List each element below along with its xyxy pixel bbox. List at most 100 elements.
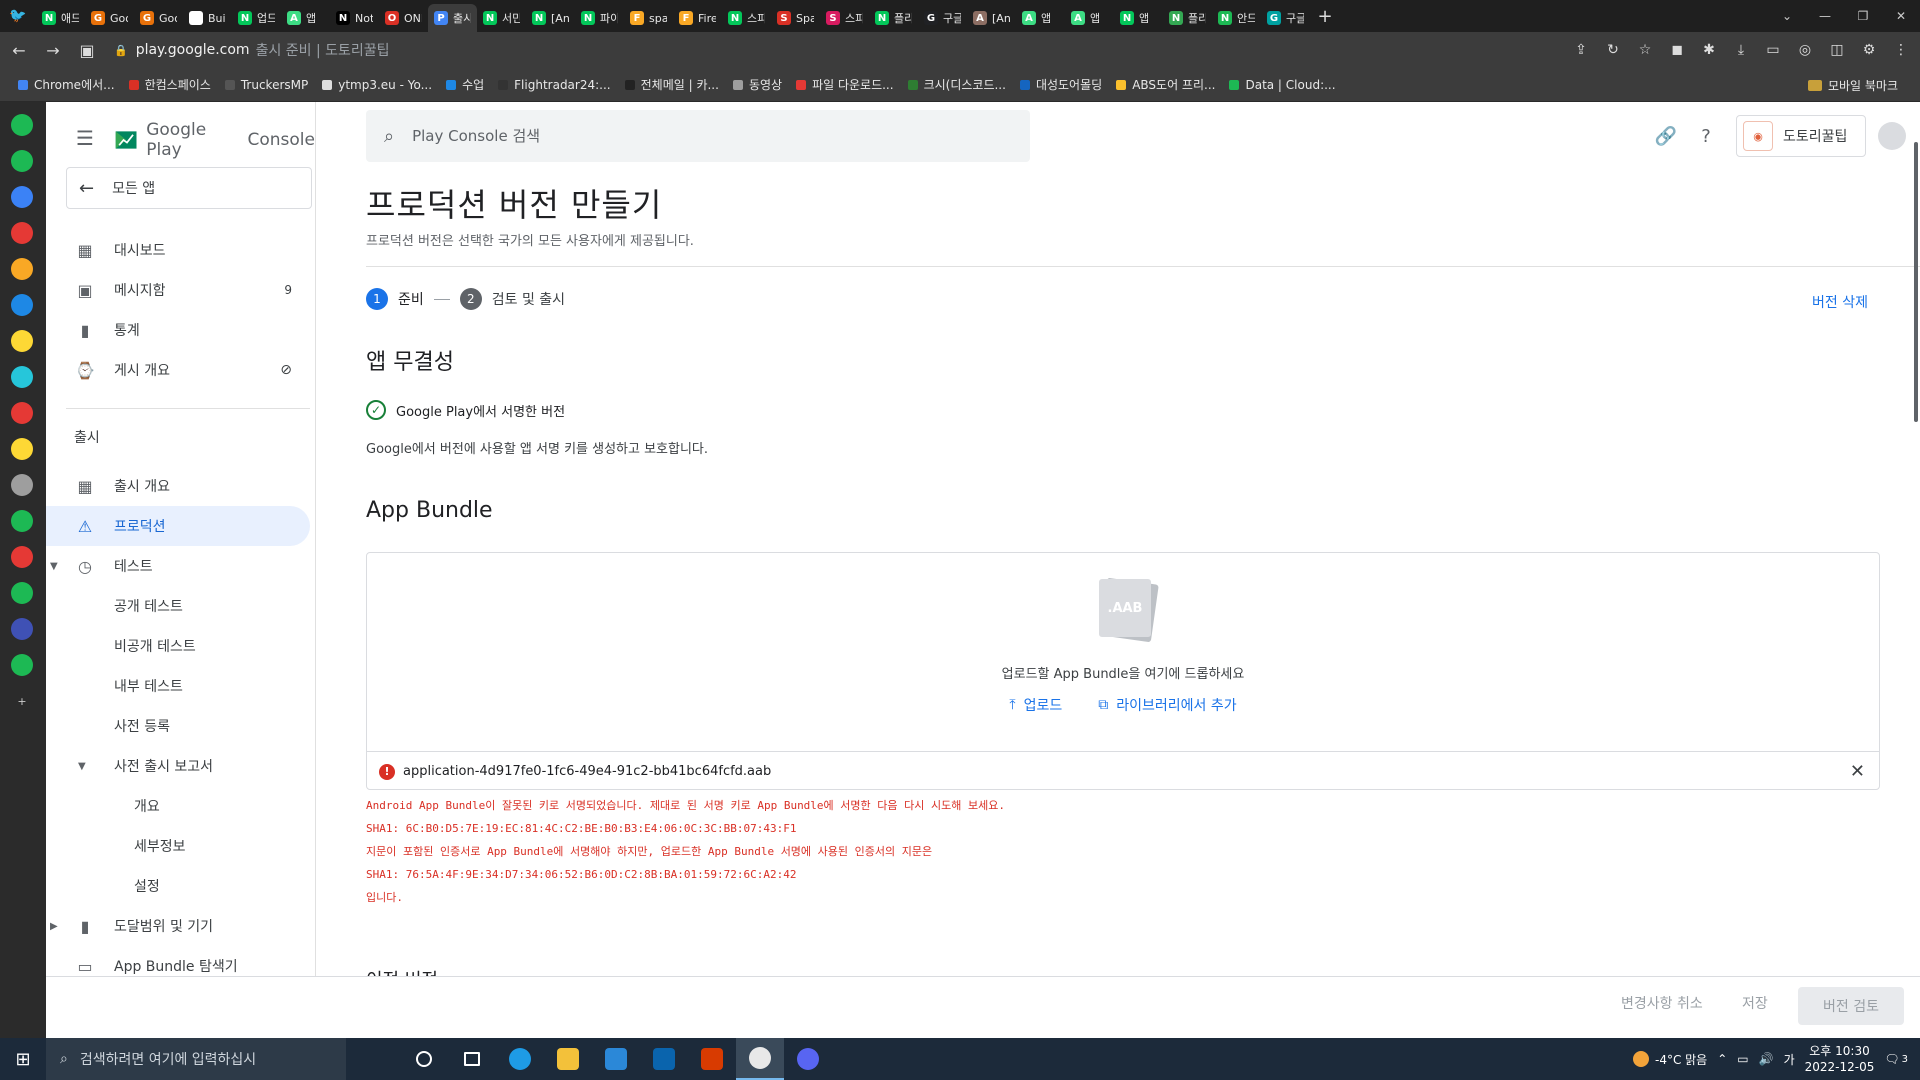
- nav-reach-devices[interactable]: ▶ ▮ 도달범위 및 기기: [46, 906, 310, 946]
- new-tab-button[interactable]: +: [1310, 6, 1340, 27]
- save-button[interactable]: 저장: [1742, 993, 1768, 1013]
- dock-app-icon[interactable]: [11, 402, 33, 424]
- tray-chevron-icon[interactable]: ⌃: [1717, 1052, 1727, 1066]
- bookmark-item[interactable]: Flightradar24:...: [498, 78, 611, 92]
- bookmark-item[interactable]: 전체메일 | 카...: [624, 76, 719, 93]
- dock-app-icon[interactable]: [11, 114, 33, 136]
- discard-changes-button[interactable]: 변경사항 취소: [1621, 993, 1703, 1013]
- nav-stats[interactable]: ▮ 통계: [46, 310, 310, 350]
- volume-icon[interactable]: 🔊: [1759, 1052, 1774, 1066]
- bookmark-item[interactable]: Chrome에서...: [18, 76, 115, 93]
- browser-tab[interactable]: N 업드: [232, 4, 281, 32]
- dock-app-icon[interactable]: [11, 294, 33, 316]
- bookmark-item[interactable]: 크시(디스코드...: [907, 76, 1006, 93]
- browser-tab[interactable]: N앱: [1114, 4, 1163, 32]
- bookmark-item[interactable]: ABS도어 프리...: [1116, 76, 1215, 93]
- browser-profile-icon[interactable]: 🐦: [0, 0, 36, 32]
- mail-icon[interactable]: [640, 1038, 688, 1080]
- all-apps-button[interactable]: ← 모든 앱: [66, 167, 312, 209]
- bookmark-item[interactable]: TruckersMP: [224, 78, 308, 92]
- chrome-taskbar-icon[interactable]: [736, 1038, 784, 1080]
- dock-app-icon[interactable]: [11, 186, 33, 208]
- bookmark-star-icon[interactable]: ☆: [1634, 39, 1656, 61]
- file-explorer-icon[interactable]: [544, 1038, 592, 1080]
- browser-tab[interactable]: S Spa: [771, 4, 820, 32]
- ime-icon[interactable]: 가: [1784, 1051, 1795, 1068]
- dock-app-icon[interactable]: [11, 474, 33, 496]
- console-search[interactable]: ⌕: [366, 110, 1030, 162]
- delete-version-link[interactable]: 버전 삭제: [1812, 292, 1868, 312]
- download-icon[interactable]: ⤓: [1730, 39, 1752, 61]
- main-scrollbar[interactable]: [1914, 142, 1918, 422]
- user-avatar[interactable]: [1878, 122, 1906, 150]
- browser-tab[interactable]: N Not: [330, 4, 379, 32]
- browser-tab[interactable]: Fspar: [624, 4, 673, 32]
- browser-tab[interactable]: P 출시: [428, 4, 477, 32]
- settings-icon[interactable]: ⚙: [1858, 39, 1880, 61]
- bookmark-item[interactable]: Data | Cloud:...: [1229, 78, 1336, 92]
- link-icon[interactable]: 🔗: [1646, 116, 1686, 156]
- minimize-button[interactable]: —: [1806, 0, 1844, 32]
- browser-tab[interactable]: O ONI: [379, 4, 428, 32]
- browser-tab[interactable]: A Buil: [183, 4, 232, 32]
- nav-pre-launch-report[interactable]: ▼ 사전 출시 보고서: [46, 746, 310, 786]
- browser-tab[interactable]: N 안드: [1212, 4, 1261, 32]
- taskbar-search[interactable]: ⌕ 검색하려면 여기에 입력하십시: [46, 1038, 346, 1080]
- expand-testing-caret-icon[interactable]: ▼: [50, 561, 58, 572]
- close-window-button[interactable]: ✕: [1882, 0, 1920, 32]
- notifications-icon[interactable]: 🗨: [1884, 1052, 1899, 1066]
- dock-app-icon[interactable]: [11, 438, 33, 460]
- nav-open-testing[interactable]: 공개 테스트: [46, 586, 310, 626]
- browser-tab[interactable]: N [Anc: [526, 4, 575, 32]
- screenshot-icon[interactable]: ▭: [1762, 39, 1784, 61]
- refresh-icon[interactable]: ↻: [1602, 39, 1624, 61]
- nav-internal-testing[interactable]: 내부 테스트: [46, 666, 310, 706]
- store-icon[interactable]: [592, 1038, 640, 1080]
- address-bar[interactable]: 🔒 play.google.com 출시 준비 | 도토리꿀팁: [104, 36, 1604, 64]
- nav-pre-registration[interactable]: 사전 등록: [46, 706, 310, 746]
- maximize-button[interactable]: ❐: [1844, 0, 1882, 32]
- bundle-drop-zone[interactable]: .AAB 업로드할 App Bundle을 여기에 드롭하세요 ⤒ 업로드 ⧉ …: [366, 552, 1880, 790]
- windows-start-icon[interactable]: ⊞: [0, 1038, 46, 1080]
- browser-tab[interactable]: G Goo: [134, 4, 183, 32]
- browser-tab[interactable]: N 플리: [1163, 4, 1212, 32]
- extensions-icon[interactable]: ✱: [1698, 39, 1720, 61]
- step-2-label[interactable]: 검토 및 출시: [492, 289, 565, 309]
- dock-app-icon[interactable]: [11, 222, 33, 244]
- step-1-label[interactable]: 준비: [398, 289, 424, 309]
- add-from-library-button[interactable]: ⧉ 라이브러리에서 추가: [1098, 695, 1236, 715]
- share-icon[interactable]: ⇪: [1570, 39, 1592, 61]
- camera-icon[interactable]: ◎: [1794, 39, 1816, 61]
- expand-reach-caret-icon[interactable]: ▶: [50, 921, 58, 932]
- remove-file-close-icon[interactable]: ✕: [1850, 761, 1865, 782]
- dock-app-icon[interactable]: [11, 546, 33, 568]
- console-search-input[interactable]: [412, 127, 913, 145]
- forward-button[interactable]: →: [38, 35, 68, 65]
- menu-icon[interactable]: ☰: [76, 126, 96, 150]
- dock-app-icon[interactable]: [11, 330, 33, 352]
- dock-add-icon[interactable]: +: [11, 690, 33, 712]
- browser-tab[interactable]: A앱: [1016, 4, 1065, 32]
- browser-tab[interactable]: N 스피: [722, 4, 771, 32]
- browser-tab[interactable]: A앱: [1065, 4, 1114, 32]
- sidebar-icon[interactable]: ◫: [1826, 39, 1848, 61]
- bookmark-item[interactable]: 수업: [446, 76, 484, 93]
- nav-publishing-overview[interactable]: ⌚ 게시 개요 ⊘: [46, 350, 310, 390]
- nav-settings[interactable]: 설정: [46, 866, 310, 906]
- task-view-icon[interactable]: [448, 1038, 496, 1080]
- browser-tab[interactable]: N 애드: [36, 4, 85, 32]
- bookmark-item[interactable]: 한컴스페이스: [128, 76, 211, 93]
- dock-app-icon[interactable]: [11, 366, 33, 388]
- bookmark-item[interactable]: 동영상: [732, 76, 782, 93]
- browser-tab[interactable]: G 구글: [918, 4, 967, 32]
- dock-app-icon[interactable]: [11, 618, 33, 640]
- play-console-logo[interactable]: Google Play Console: [114, 120, 315, 160]
- browser-tab[interactable]: G Goo: [85, 4, 134, 32]
- notion-icon[interactable]: ◼: [1666, 39, 1688, 61]
- browser-tab[interactable]: N 플리: [869, 4, 918, 32]
- browser-tab[interactable]: S 스피: [820, 4, 869, 32]
- cortana-icon[interactable]: [400, 1038, 448, 1080]
- edge-icon[interactable]: [496, 1038, 544, 1080]
- developer-account-chip[interactable]: ◉ 도토리꿀팁: [1736, 115, 1866, 157]
- office-icon[interactable]: [688, 1038, 736, 1080]
